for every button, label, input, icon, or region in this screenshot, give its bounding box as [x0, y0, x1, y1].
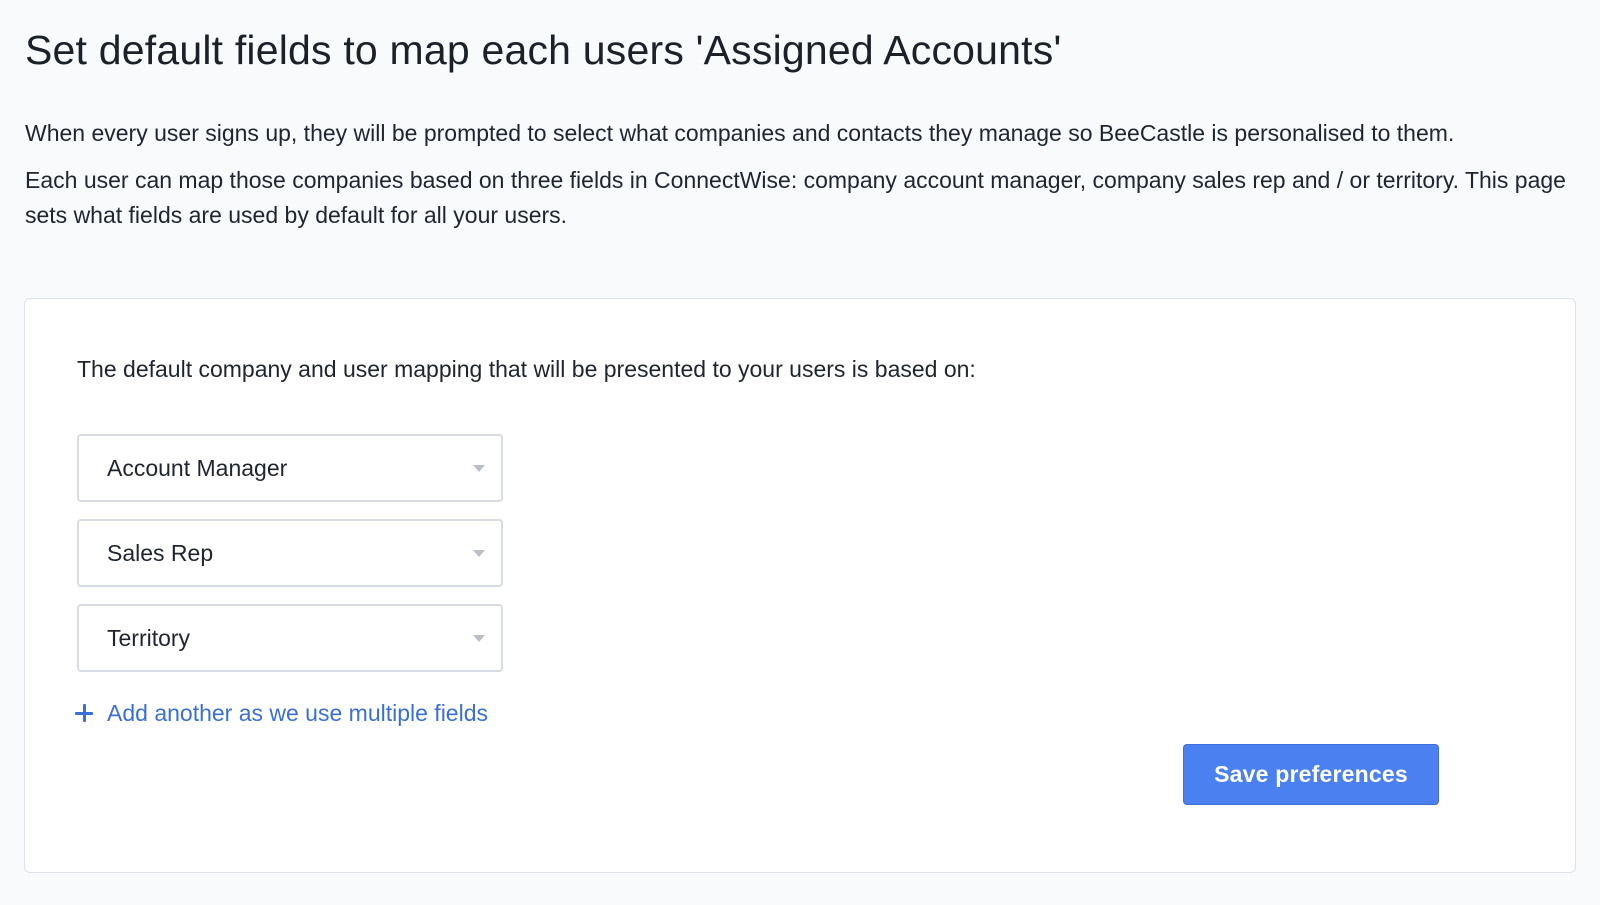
select-value: Territory	[107, 625, 191, 651]
intro-paragraph-fields: Each user can map those companies based …	[25, 167, 1566, 228]
add-another-field-link[interactable]: Add another as we use multiple fields	[75, 697, 488, 729]
page-title: Set default fields to map each users 'As…	[25, 27, 1062, 73]
mapping-preferences-card: The default company and user mapping tha…	[24, 298, 1576, 873]
mapping-prompt: The default company and user mapping tha…	[77, 356, 976, 382]
add-another-field-label: Add another as we use multiple fields	[107, 700, 488, 726]
mapping-field-select-2[interactable]: Sales Rep	[77, 519, 503, 587]
chevron-down-icon	[473, 465, 485, 472]
intro-paragraph-signup: When every user signs up, they will be p…	[25, 120, 1455, 146]
plus-icon	[75, 704, 93, 722]
select-value: Sales Rep	[107, 540, 214, 566]
select-value: Account Manager	[107, 455, 288, 481]
chevron-down-icon	[473, 635, 485, 642]
chevron-down-icon	[473, 550, 485, 557]
mapping-field-select-1[interactable]: Account Manager	[77, 434, 503, 502]
mapping-field-select-3[interactable]: Territory	[77, 604, 503, 672]
page: Set default fields to map each users 'As…	[0, 0, 1600, 905]
save-preferences-button[interactable]: Save preferences	[1183, 744, 1439, 805]
